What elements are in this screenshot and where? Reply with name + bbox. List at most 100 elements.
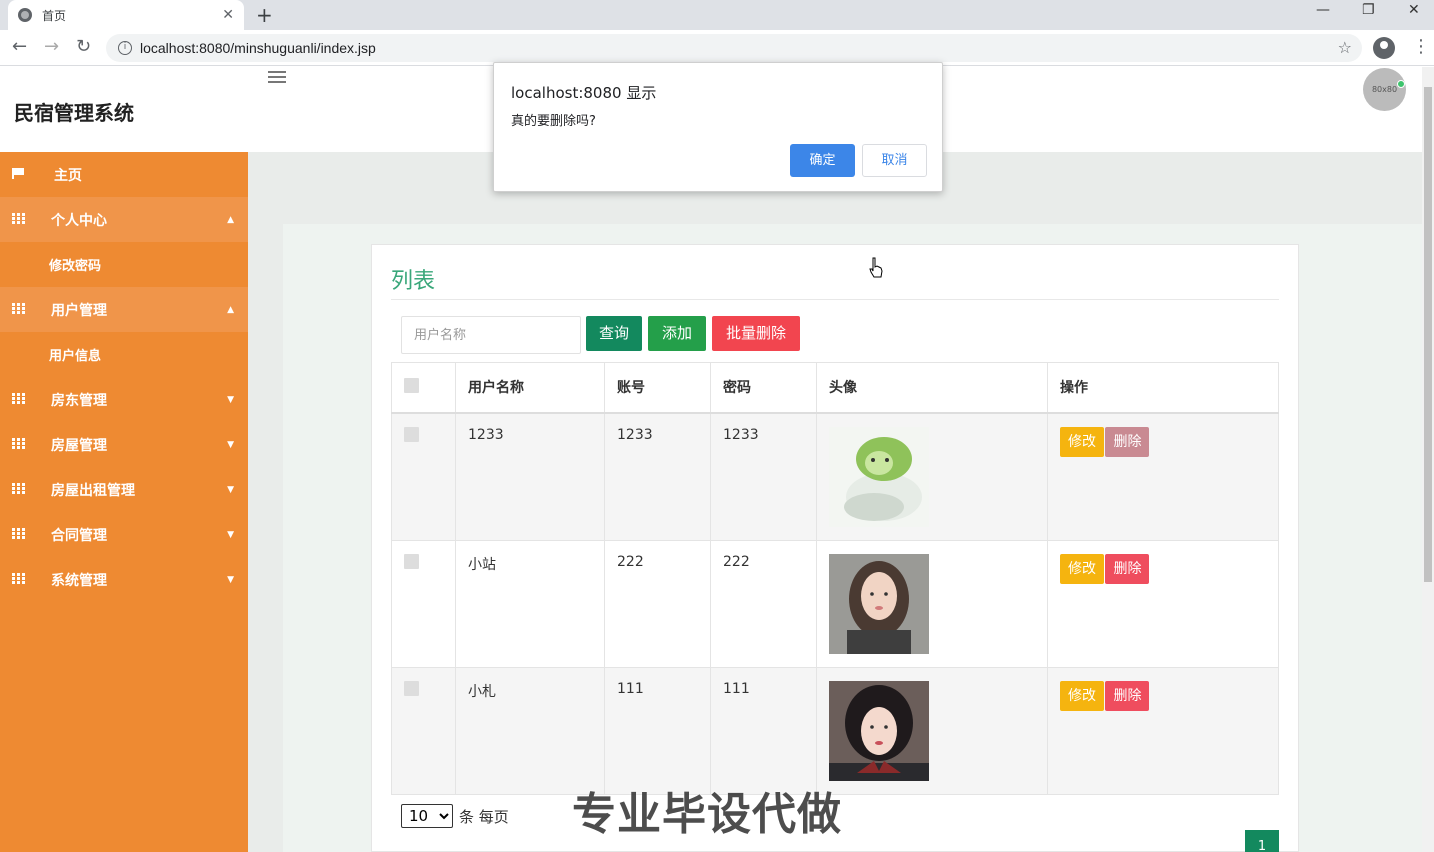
avatar-cell (816, 412, 1048, 541)
hamburger-menu-icon[interactable] (268, 71, 286, 85)
url-field[interactable]: i localhost:8080/minshuguanli/index.jsp … (106, 34, 1362, 62)
close-tab-icon[interactable]: ✕ (222, 7, 234, 23)
grid-icon (12, 393, 25, 404)
sidebar-item-personal[interactable]: 个人中心 ▲ (0, 197, 248, 242)
add-button[interactable]: 添加 (648, 316, 706, 351)
edit-button[interactable]: 修改 (1060, 553, 1104, 584)
list-panel: 列表 查询 添加 批量删除 用户名称 账号 密码 头像 操作 1233 (371, 244, 1299, 852)
caret-down-icon: ▼ (227, 439, 234, 450)
forward-icon[interactable]: → (44, 36, 59, 57)
tab-title: 首页 (42, 8, 67, 23)
select-all-checkbox[interactable] (404, 377, 419, 393)
dialog-title: localhost:8080 显示 (511, 84, 657, 102)
column-header: 用户名称 (455, 362, 605, 413)
table-row: 小站 222 222 修改 删除 (391, 539, 1279, 668)
new-tab-icon[interactable]: + (256, 3, 273, 27)
reload-icon[interactable]: ↻ (76, 36, 91, 57)
hand-cursor-icon (869, 257, 883, 278)
woman-portrait-1 (829, 553, 929, 654)
page-scrollbar[interactable] (1422, 67, 1434, 852)
browser-menu-icon[interactable]: ⋮ (1412, 36, 1430, 57)
close-window-icon[interactable]: ✕ (1408, 2, 1420, 18)
sidebar-item-rentals[interactable]: 房屋出租管理 ▼ (0, 467, 248, 512)
batch-delete-button[interactable]: 批量删除 (712, 316, 800, 351)
watermark-text: 专业毕设代做 (572, 789, 842, 840)
sidebar-item-landlords[interactable]: 房东管理 ▼ (0, 377, 248, 422)
browser-tabbar: 首页 ✕ + — ❐ ✕ (0, 0, 1434, 30)
user-avatar[interactable]: 80x80 (1363, 68, 1406, 111)
info-icon[interactable]: i (118, 41, 132, 55)
browser-tab[interactable]: 首页 ✕ (8, 0, 244, 30)
minimize-icon[interactable]: — (1316, 2, 1330, 18)
per-page-label: 条 每页 (459, 808, 509, 826)
restore-icon[interactable]: ❐ (1362, 2, 1375, 18)
sidebar-item-label: 系统管理 (51, 572, 107, 589)
app-brand: 民宿管理系统 (14, 101, 134, 125)
cabbage-dog-image (829, 426, 929, 527)
delete-button[interactable]: 删除 (1105, 680, 1150, 711)
grid-icon (12, 483, 25, 494)
row-checkbox[interactable] (404, 680, 419, 696)
password-cell: 222 (710, 539, 817, 668)
dialog-message: 真的要删除吗? (511, 114, 596, 129)
sidebar-item-contracts[interactable]: 合同管理 ▼ (0, 512, 248, 557)
grid-icon (12, 303, 25, 314)
sidebar-subitem-change-password[interactable]: 修改密码 (0, 242, 248, 287)
name-cell: 小札 (455, 666, 605, 795)
table-row: 小札 111 111 修改 删除 (391, 666, 1279, 795)
column-header: 账号 (604, 362, 711, 413)
edit-button[interactable]: 修改 (1060, 426, 1104, 457)
pagination-page-1[interactable]: 1 (1245, 830, 1279, 852)
caret-down-icon: ▼ (227, 484, 234, 495)
user-table: 用户名称 账号 密码 头像 操作 1233 1233 1233 修改 删除 小站… (391, 362, 1279, 795)
bookmark-star-icon[interactable]: ☆ (1338, 38, 1352, 57)
sidebar-item-label: 房屋管理 (51, 437, 107, 454)
profile-icon[interactable] (1373, 37, 1395, 59)
sidebar-item-label: 合同管理 (51, 527, 107, 544)
actions-cell: 修改 删除 (1047, 412, 1279, 541)
sidebar-item-houses[interactable]: 房屋管理 ▼ (0, 422, 248, 467)
search-input[interactable] (401, 316, 581, 354)
sidebar-item-label: 用户管理 (51, 302, 107, 319)
sidebar-item-users[interactable]: 用户管理 ▲ (0, 287, 248, 332)
account-cell: 1233 (604, 412, 711, 541)
page-title: 列表 (391, 269, 436, 294)
caret-up-icon: ▲ (227, 214, 234, 225)
sidebar-item-label: 房东管理 (51, 392, 107, 409)
column-header: 密码 (710, 362, 817, 413)
checkbox-cell (391, 539, 456, 668)
scrollbar-thumb[interactable] (1424, 87, 1432, 582)
checkbox-cell (391, 666, 456, 795)
sidebar-item-system[interactable]: 系统管理 ▼ (0, 557, 248, 602)
avatar-cell (816, 539, 1048, 668)
table-row: 1233 1233 1233 修改 删除 (391, 412, 1279, 541)
query-button[interactable]: 查询 (586, 316, 642, 351)
delete-button[interactable]: 删除 (1105, 553, 1150, 584)
caret-up-icon: ▲ (227, 304, 234, 315)
account-cell: 222 (604, 539, 711, 668)
confirm-ok-button[interactable]: 确定 (790, 144, 855, 177)
sidebar-item-home[interactable]: 主页 (0, 152, 248, 197)
url-text: localhost:8080/minshuguanli/index.jsp (140, 40, 376, 56)
column-header: 操作 (1047, 362, 1279, 413)
caret-down-icon: ▼ (227, 529, 234, 540)
row-checkbox[interactable] (404, 426, 419, 442)
grid-icon (12, 528, 25, 539)
caret-down-icon: ▼ (227, 394, 234, 405)
account-cell: 111 (604, 666, 711, 795)
grid-icon (12, 573, 25, 584)
edit-button[interactable]: 修改 (1060, 680, 1104, 711)
confirm-dialog: localhost:8080 显示 真的要删除吗? 确定 取消 (493, 62, 943, 192)
table-header-row: 用户名称 账号 密码 头像 操作 (391, 362, 1279, 413)
avatar-cell (816, 666, 1048, 795)
delete-button[interactable]: 删除 (1105, 426, 1150, 457)
address-bar: ← → ↻ i localhost:8080/minshuguanli/inde… (0, 30, 1434, 66)
sidebar-subitem-user-info[interactable]: 用户信息 (0, 332, 248, 377)
password-cell: 111 (710, 666, 817, 795)
back-icon[interactable]: ← (12, 36, 27, 57)
name-cell: 1233 (455, 412, 605, 541)
page-size-select[interactable]: 10 (401, 804, 453, 828)
confirm-cancel-button[interactable]: 取消 (862, 144, 927, 177)
flag-icon (12, 168, 25, 179)
row-checkbox[interactable] (404, 553, 419, 569)
